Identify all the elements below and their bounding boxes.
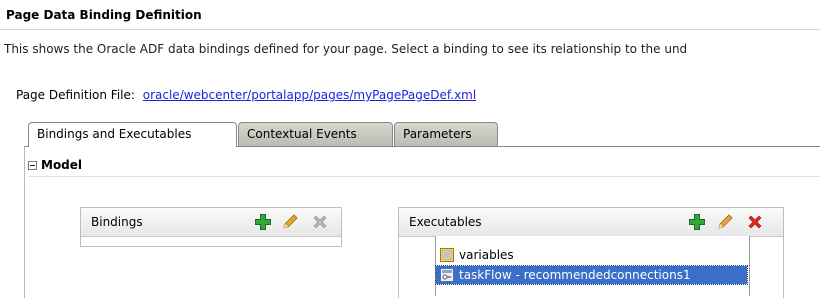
delete-icon-disabled[interactable] bbox=[311, 213, 329, 231]
edit-icon[interactable] bbox=[716, 213, 734, 231]
page-definition-link[interactable]: oracle/webcenter/portalapp/pages/myPageP… bbox=[143, 88, 476, 102]
executables-panel-header: Executables bbox=[399, 208, 783, 237]
page-definition-row: Page Definition File: oracle/webcenter/p… bbox=[16, 88, 476, 102]
list-item-label: taskFlow - recommendedconnections1 bbox=[459, 268, 691, 282]
executables-panel: Executables variables taskFlow - recomme… bbox=[398, 207, 784, 298]
add-icon[interactable] bbox=[688, 213, 706, 231]
bindings-panel-header: Bindings bbox=[81, 208, 341, 237]
collapse-toggle-icon[interactable] bbox=[28, 160, 37, 170]
tab-contextual-events[interactable]: Contextual Events bbox=[238, 122, 393, 146]
list-item-selected[interactable]: taskFlow - recommendedconnections1 bbox=[435, 265, 748, 285]
edit-icon[interactable] bbox=[281, 213, 299, 231]
variables-icon bbox=[439, 247, 455, 263]
list-item[interactable]: variables bbox=[436, 246, 749, 264]
title-divider bbox=[0, 29, 820, 30]
model-section-header: Model bbox=[28, 158, 82, 172]
executables-panel-title: Executables bbox=[409, 215, 482, 229]
executables-list: variables taskFlow - recommendedconnecti… bbox=[435, 236, 750, 296]
page-definition-label: Page Definition File: bbox=[16, 88, 135, 102]
tab-parameters[interactable]: Parameters bbox=[394, 122, 498, 146]
taskflow-icon bbox=[439, 267, 455, 283]
list-item-label: variables bbox=[459, 248, 514, 262]
tab-bindings-and-executables[interactable]: Bindings and Executables bbox=[28, 122, 237, 147]
page-description: This shows the Oracle ADF data bindings … bbox=[4, 42, 688, 56]
add-icon[interactable] bbox=[254, 213, 272, 231]
bindings-panel: Bindings bbox=[80, 207, 342, 247]
delete-icon[interactable] bbox=[746, 213, 764, 231]
model-divider bbox=[28, 176, 820, 177]
model-title: Model bbox=[41, 158, 83, 172]
bindings-panel-title: Bindings bbox=[91, 215, 143, 229]
page-title: Page Data Binding Definition bbox=[6, 8, 202, 22]
